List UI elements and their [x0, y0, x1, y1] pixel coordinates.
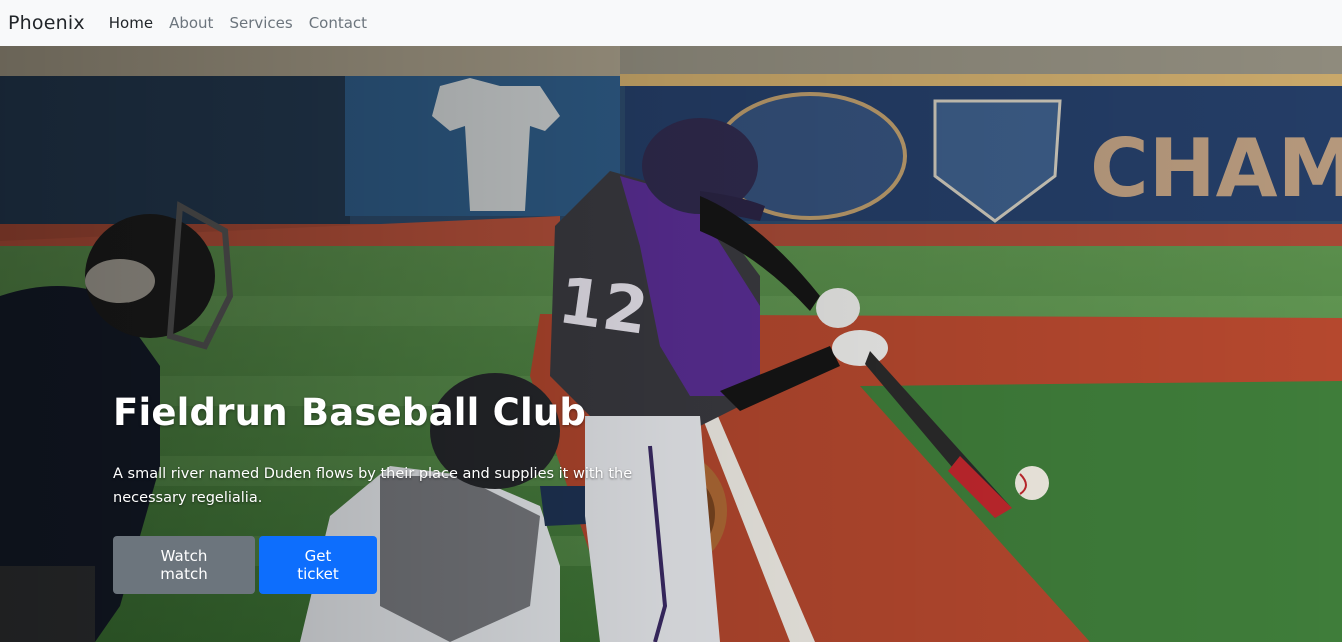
get-ticket-button[interactable]: Get ticket	[259, 535, 377, 594]
nav-link-contact[interactable]: Contact	[309, 14, 367, 32]
navbar: Phoenix Home About Services Contact	[0, 0, 1342, 46]
nav-link-about[interactable]: About	[169, 14, 213, 32]
hero-content: Fieldrun Baseball Club A small river nam…	[113, 391, 653, 594]
hero-description: A small river named Duden flows by their…	[113, 466, 633, 506]
watch-match-button[interactable]: Watch match	[113, 535, 255, 594]
hero-button-group: Watch match Get ticket	[113, 535, 653, 594]
nav-link-home[interactable]: Home	[109, 14, 153, 32]
hero-section: CHAM 12	[0, 46, 1342, 642]
hero-title: Fieldrun Baseball Club	[113, 391, 587, 434]
nav-link-services[interactable]: Services	[229, 14, 292, 32]
brand-logo[interactable]: Phoenix	[8, 12, 85, 34]
